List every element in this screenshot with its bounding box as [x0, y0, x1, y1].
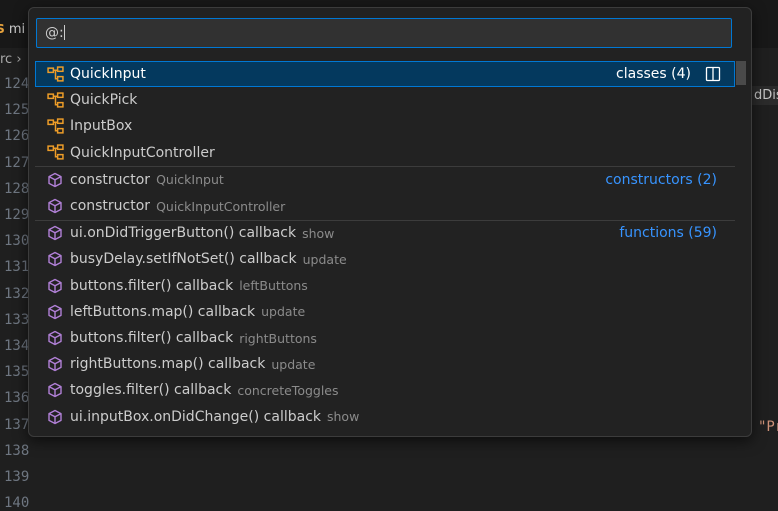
editor-tab[interactable]: TS mi — [0, 14, 25, 44]
line-number: 140 — [4, 495, 30, 511]
item-description: QuickInput — [156, 172, 224, 188]
quick-pick-item[interactable]: QuickInputController — [35, 140, 735, 166]
item-label: rightButtons.map() callback — [70, 356, 266, 373]
symbol-method-icon — [47, 197, 65, 215]
symbol-method-icon — [47, 355, 65, 373]
item-description: rightButtons — [239, 330, 317, 346]
item-label: leftButtons.map() callback — [70, 303, 256, 320]
item-description: QuickInputController — [156, 198, 286, 214]
quick-pick-item[interactable]: busyDelay.setIfNotSet() callback update — [35, 246, 735, 272]
quick-pick-widget: @: QuickInput classes (4) QuickPick InputBo… — [28, 7, 752, 437]
line-number: 135 — [4, 364, 30, 381]
quick-pick-item[interactable]: constructor QuickInput constructors (2) — [35, 167, 735, 193]
symbol-method-icon — [47, 277, 65, 295]
line-number: 134 — [4, 338, 30, 354]
breadcrumb[interactable]: rc › — [0, 52, 22, 74]
item-label: busyDelay.setIfNotSet() callback — [70, 251, 297, 268]
symbol-method-icon — [47, 329, 65, 347]
quick-pick-item[interactable]: rightButtons.map() callback update — [35, 351, 735, 377]
item-label: ui.onDidTriggerButton() callback — [70, 225, 297, 242]
typescript-file-icon: TS — [0, 22, 5, 36]
line-number: 128 — [4, 180, 30, 197]
quick-pick-item[interactable]: buttons.filter() callback leftButtons — [35, 273, 735, 299]
line-number: 139 — [4, 469, 30, 485]
symbol-method-icon — [47, 408, 65, 426]
item-label: buttons.filter() callback — [70, 277, 234, 294]
open-to-side-icon[interactable] — [705, 66, 721, 82]
text-cursor — [63, 25, 65, 40]
symbol-method-icon — [47, 250, 65, 268]
symbol-class-icon — [47, 91, 65, 109]
item-label: ui.inputBox.onDidChange() callback — [70, 408, 321, 425]
line-number: 124 — [4, 76, 30, 92]
item-description: update — [302, 251, 347, 267]
tab-label: mi — [8, 21, 26, 37]
symbol-method-icon — [47, 303, 65, 321]
item-label: constructor — [70, 198, 151, 214]
item-description: concreteToggles — [237, 382, 339, 398]
code-hover-fragment: dDisp — [750, 86, 778, 105]
item-label: QuickInputController — [70, 144, 215, 161]
line-number: 137 — [4, 416, 30, 433]
symbol-class-icon — [47, 117, 65, 135]
item-label: InputBox — [70, 118, 133, 135]
quick-pick-item[interactable]: ui.inputBox.onDidChange() callback show — [35, 404, 735, 430]
group-label: classes (4) — [616, 66, 691, 82]
chevron-right-icon: › — [16, 52, 22, 67]
quick-pick-item[interactable]: leftButtons.map() callback update — [35, 299, 735, 325]
item-description: leftButtons — [239, 278, 308, 294]
item-description: update — [261, 304, 306, 320]
line-number: 136 — [4, 390, 30, 407]
symbol-method-icon — [47, 224, 65, 242]
item-label: toggles.filter() callback — [70, 382, 232, 399]
quick-pick-item[interactable]: buttons.filter() callback rightButtons — [35, 325, 735, 351]
line-number: 126 — [4, 128, 30, 145]
symbol-method-icon — [47, 381, 65, 399]
item-label: QuickInput — [70, 66, 146, 82]
line-number: 129 — [4, 207, 30, 223]
symbol-class-icon — [47, 65, 65, 83]
group-label: functions (59) — [619, 225, 717, 242]
item-description: update — [271, 356, 316, 372]
quick-pick-input-value: @: — [45, 25, 64, 41]
quick-pick-item[interactable]: QuickInput classes (4) — [35, 61, 735, 87]
quick-pick-item[interactable]: QuickPick — [35, 87, 735, 113]
symbol-method-icon — [47, 171, 65, 189]
code-string-fragment: "Pr — [758, 419, 778, 435]
item-label: buttons.filter() callback — [70, 330, 234, 346]
line-number: 132 — [4, 285, 30, 302]
breadcrumb-folder[interactable]: rc — [0, 52, 12, 67]
line-number: 133 — [4, 311, 30, 328]
line-number: 130 — [4, 233, 30, 250]
scrollbar-thumb[interactable] — [736, 61, 746, 85]
quick-pick-input[interactable]: @: — [36, 18, 732, 48]
line-number: 131 — [4, 259, 30, 276]
item-description: show — [327, 409, 360, 425]
line-number: 127 — [4, 154, 30, 171]
quick-pick-item[interactable]: ui.onDidTriggerButton() callback show func… — [35, 220, 735, 246]
item-label: QuickPick — [70, 92, 138, 109]
quick-pick-item[interactable]: toggles.filter() callback concreteToggles — [35, 377, 735, 403]
symbol-class-icon — [47, 144, 65, 162]
item-description: show — [302, 225, 335, 241]
quick-pick-item[interactable]: InputBox — [35, 113, 735, 139]
group-label: constructors (2) — [605, 171, 717, 188]
line-number: 125 — [4, 102, 30, 119]
quick-pick-item[interactable]: constructor QuickInputController — [35, 193, 735, 219]
item-label: constructor — [70, 171, 151, 188]
line-number: 138 — [4, 442, 30, 459]
